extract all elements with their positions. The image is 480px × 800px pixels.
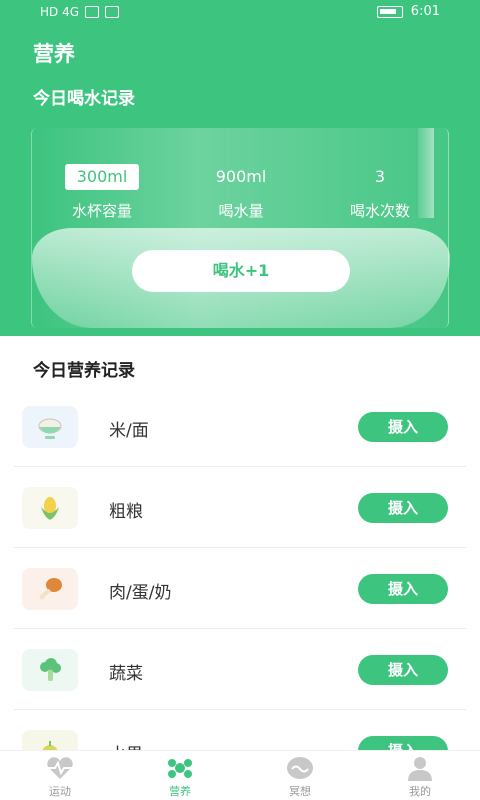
network-label: HD 4G [40,5,80,19]
cup-capacity-stat: 300ml 水杯容量 [32,164,172,221]
item-name: 粗粮 [109,502,143,522]
meditation-icon [287,757,313,779]
list-item: 粗粮 摄入 [14,467,466,548]
drink-water-button[interactable]: 喝水+1 [132,250,350,292]
nutrition-section-title: 今日营养记录 [33,361,135,381]
cup-capacity-label: 水杯容量 [71,202,132,220]
intake-button[interactable]: 摄入 [358,655,448,685]
tab-label: 营养 [169,785,191,798]
rice-bowl-icon [22,406,78,448]
nutrition-list: 米/面 摄入 粗粮 摄入 肉/蛋/奶 摄入 蔬菜 摄入 水果 摄入 [14,386,466,791]
tab-label: 我的 [409,785,431,798]
list-item: 肉/蛋/奶 摄入 [14,548,466,629]
item-name: 米/面 [109,421,149,441]
item-name: 蔬菜 [109,664,143,684]
tab-profile[interactable]: 我的 [380,755,460,799]
water-amount-stat: 900ml 喝水量 [171,164,311,221]
drink-count-stat: 3 喝水次数 [310,164,450,221]
item-name: 肉/蛋/奶 [109,583,172,603]
list-item: 米/面 摄入 [14,386,466,467]
water-amount-label: 喝水量 [218,202,264,220]
drink-count-value: 3 [374,167,386,186]
drink-count-label: 喝水次数 [349,202,410,220]
broccoli-icon [22,649,78,691]
page-title: 营养 [33,42,75,66]
tab-sport[interactable]: 运动 [20,755,100,799]
profile-icon [408,757,432,781]
tab-nutrition[interactable]: 营养 [140,755,220,799]
water-section-title: 今日喝水记录 [33,89,135,109]
heartbeat-icon [47,757,73,779]
nutrition-icon [168,759,192,778]
bottom-tab-bar: 运动 营养 冥想 我的 [0,750,480,800]
cup-capacity-value[interactable]: 300ml [64,164,140,190]
drumstick-icon [22,568,78,610]
status-right: 6:01 [376,4,440,19]
tab-label: 运动 [49,785,71,798]
intake-button[interactable]: 摄入 [358,412,448,442]
tab-label: 冥想 [289,785,311,798]
header: 营养 今日喝水记录 300ml 水杯容量 900ml 喝水量 3 喝水次数 喝水… [0,26,480,336]
water-card: 300ml 水杯容量 900ml 喝水量 3 喝水次数 喝水+1 [31,128,450,328]
list-item: 蔬菜 摄入 [14,629,466,710]
clock: 6:01 [410,4,440,19]
status-bar: HD 4G 6:01 [0,0,480,26]
cart-icon [105,6,120,18]
intake-button[interactable]: 摄入 [358,574,448,604]
wifi-icon [85,6,100,18]
status-left: HD 4G [40,5,120,19]
water-amount-value: 900ml [215,167,267,186]
corn-icon [22,487,78,529]
battery-icon [376,5,403,18]
intake-button[interactable]: 摄入 [358,493,448,523]
tab-meditation[interactable]: 冥想 [260,755,340,799]
